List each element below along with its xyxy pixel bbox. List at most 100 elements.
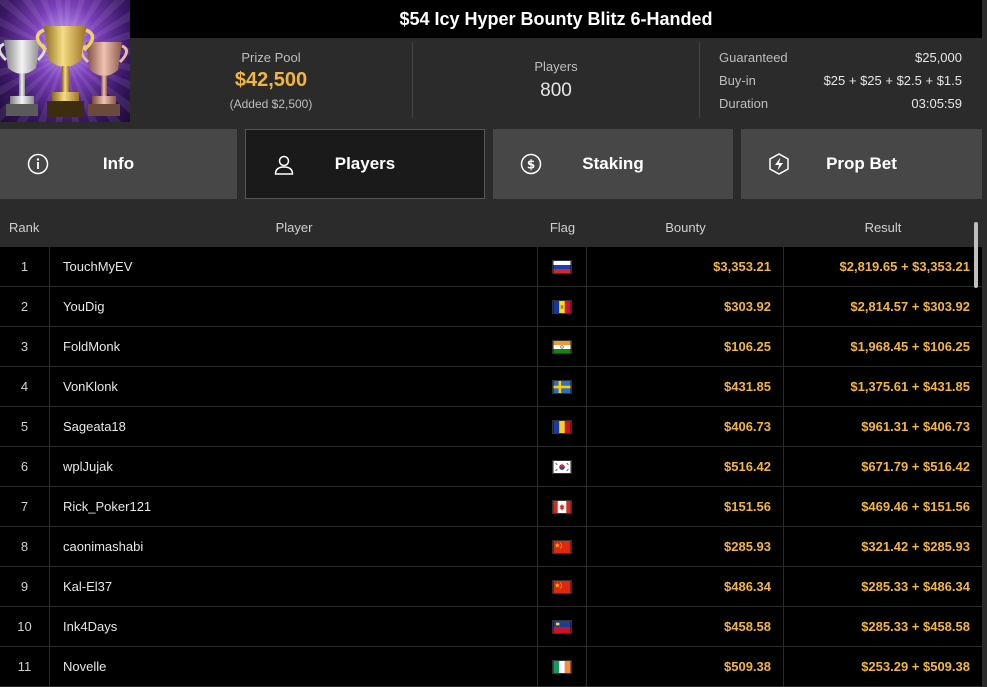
result-cell: $961.31 + $406.73 xyxy=(861,419,970,434)
detail-label: Duration xyxy=(719,96,769,111)
result-cell: $253.29 + $509.38 xyxy=(861,659,970,674)
player-name-cell[interactable]: Kal-El37 xyxy=(50,567,538,606)
player-name-cell[interactable]: VonKlonk xyxy=(50,367,538,406)
prize-pool: Prize Pool $42,500 (Added $2,500) xyxy=(130,38,412,122)
tab-players[interactable]: Players xyxy=(245,129,485,199)
info-icon xyxy=(27,153,49,175)
bounty-cell: $458.58 xyxy=(587,607,784,646)
player-name-cell[interactable]: caonimashabi xyxy=(50,527,538,566)
liechtenstein-flag-icon xyxy=(552,619,572,634)
ireland-flag-icon xyxy=(552,659,572,674)
player-name-cell[interactable]: YouDig xyxy=(50,287,538,326)
detail-duration: Duration 03:05:59 xyxy=(719,92,962,115)
prize-pool-value: $42,500 xyxy=(234,68,308,91)
south-korea-flag-icon xyxy=(552,459,572,474)
tournament-header: $54 Icy Hyper Bounty Blitz 6-Handed Priz… xyxy=(0,0,987,122)
table-row[interactable]: 8 caonimashabi $285.93 $321.42 + $285.93 xyxy=(0,527,982,567)
flag-cell xyxy=(538,247,587,286)
players-value: 800 xyxy=(540,79,572,101)
player-name-cell[interactable]: FoldMonk xyxy=(50,327,538,366)
result-cell: $1,968.45 + $106.25 xyxy=(850,339,970,354)
header-flag[interactable]: Flag xyxy=(538,207,587,247)
rank-cell: 10 xyxy=(0,607,50,646)
header-rank[interactable]: Rank xyxy=(0,207,50,247)
romania-flag-icon xyxy=(552,419,572,434)
detail-value: $25,000 xyxy=(915,50,962,65)
header-player[interactable]: Player xyxy=(50,207,538,247)
table-row[interactable]: 5 Sageata18 $406.73 $961.31 + $406.73 xyxy=(0,407,982,447)
table-row[interactable]: 3 FoldMonk $106.25 $1,968.45 + $106.25 xyxy=(0,327,982,367)
header-result[interactable]: Result xyxy=(784,207,982,247)
table-row[interactable]: 11 Novelle $509.38 $253.29 + $509.38 xyxy=(0,647,982,687)
flag-cell xyxy=(538,447,587,486)
flag-cell xyxy=(538,527,587,566)
bounty-cell: $516.42 xyxy=(587,447,784,486)
tab-bar: Info Players $ Staking Prop Bet xyxy=(0,129,987,199)
table-row[interactable]: 2 YouDig $303.92 $2,814.57 + $303.92 xyxy=(0,287,982,327)
china-flag-icon xyxy=(552,539,572,554)
table-header: Rank Player Flag Bounty Result xyxy=(0,207,982,247)
result-cell: $2,814.57 + $303.92 xyxy=(850,299,970,314)
dollar-coin-icon: $ xyxy=(520,153,542,175)
bounty-cell: $3,353.21 xyxy=(587,247,784,286)
russia-flag-icon xyxy=(552,259,572,274)
detail-guaranteed: Guaranteed $25,000 xyxy=(719,46,962,69)
trophy-image xyxy=(0,0,130,122)
andorra-flag-icon xyxy=(552,299,572,314)
rank-cell: 3 xyxy=(0,327,50,366)
lightning-shield-icon xyxy=(769,153,789,175)
result-cell: $321.42 + $285.93 xyxy=(861,539,970,554)
rank-cell: 9 xyxy=(0,567,50,606)
detail-value: 03:05:59 xyxy=(911,96,962,111)
bounty-cell: $486.34 xyxy=(587,567,784,606)
detail-label: Buy-in xyxy=(719,73,756,88)
detail-label: Guaranteed xyxy=(719,50,788,65)
flag-cell xyxy=(538,607,587,646)
players-table: Rank Player Flag Bounty Result 1 TouchMyE… xyxy=(0,207,982,687)
flag-cell xyxy=(538,287,587,326)
table-row[interactable]: 4 VonKlonk $431.85 $1,375.61 + $431.85 xyxy=(0,367,982,407)
player-count: Players 800 xyxy=(413,38,699,122)
rank-cell: 1 xyxy=(0,247,50,286)
rank-cell: 7 xyxy=(0,487,50,526)
table-row[interactable]: 6 wplJujak $516.42 $671.79 + $516.42 xyxy=(0,447,982,487)
table-row[interactable]: 1 TouchMyEV $3,353.21 $2,819.65 + $3,353.21 xyxy=(0,247,982,287)
table-row[interactable]: 7 Rick_Poker121 $151.56 $469.46 + $151.56 xyxy=(0,487,982,527)
tournament-title: $54 Icy Hyper Bounty Blitz 6-Handed xyxy=(130,0,982,38)
tournament-details: Guaranteed $25,000 Buy-in $25 + $25 + $2… xyxy=(700,38,982,122)
tab-staking[interactable]: $ Staking xyxy=(493,129,733,199)
rank-cell: 2 xyxy=(0,287,50,326)
flag-cell xyxy=(538,407,587,446)
player-name-cell[interactable]: Ink4Days xyxy=(50,607,538,646)
result-cell: $469.46 + $151.56 xyxy=(861,499,970,514)
tab-prop-bet[interactable]: Prop Bet xyxy=(741,129,982,199)
player-name-cell[interactable]: TouchMyEV xyxy=(50,247,538,286)
player-name-cell[interactable]: wplJujak xyxy=(50,447,538,486)
player-name-cell[interactable]: Novelle xyxy=(50,647,538,686)
detail-buy-in: Buy-in $25 + $25 + $2.5 + $1.5 xyxy=(719,69,962,92)
flag-cell xyxy=(538,327,587,366)
flag-cell xyxy=(538,487,587,526)
rank-cell: 11 xyxy=(0,647,50,686)
canada-flag-icon xyxy=(552,499,572,514)
bounty-cell: $431.85 xyxy=(587,367,784,406)
table-row[interactable]: 10 Ink4Days $458.58 $285.33 + $458.58 xyxy=(0,607,982,647)
player-name-cell[interactable]: Sageata18 xyxy=(50,407,538,446)
tab-info[interactable]: Info xyxy=(0,129,237,199)
player-name-cell[interactable]: Rick_Poker121 xyxy=(50,487,538,526)
result-cell: $2,819.65 + $3,353.21 xyxy=(839,259,970,274)
result-cell: $1,375.61 + $431.85 xyxy=(850,379,970,394)
table-scrollbar[interactable] xyxy=(974,222,978,288)
prize-pool-label: Prize Pool xyxy=(241,49,301,65)
china-flag-icon xyxy=(552,579,572,594)
table-row[interactable]: 9 Kal-El37 $486.34 $285.33 + $486.34 xyxy=(0,567,982,607)
tournament-stats: Prize Pool $42,500 (Added $2,500) Player… xyxy=(130,38,982,122)
result-cell: $285.33 + $458.58 xyxy=(861,619,970,634)
rank-cell: 6 xyxy=(0,447,50,486)
players-label: Players xyxy=(534,58,578,74)
header-bounty[interactable]: Bounty xyxy=(587,207,784,247)
india-flag-icon xyxy=(552,339,572,354)
prize-added-value: (Added $2,500) xyxy=(229,96,313,111)
result-cell: $671.79 + $516.42 xyxy=(861,459,970,474)
detail-value: $25 + $25 + $2.5 + $1.5 xyxy=(823,73,962,88)
